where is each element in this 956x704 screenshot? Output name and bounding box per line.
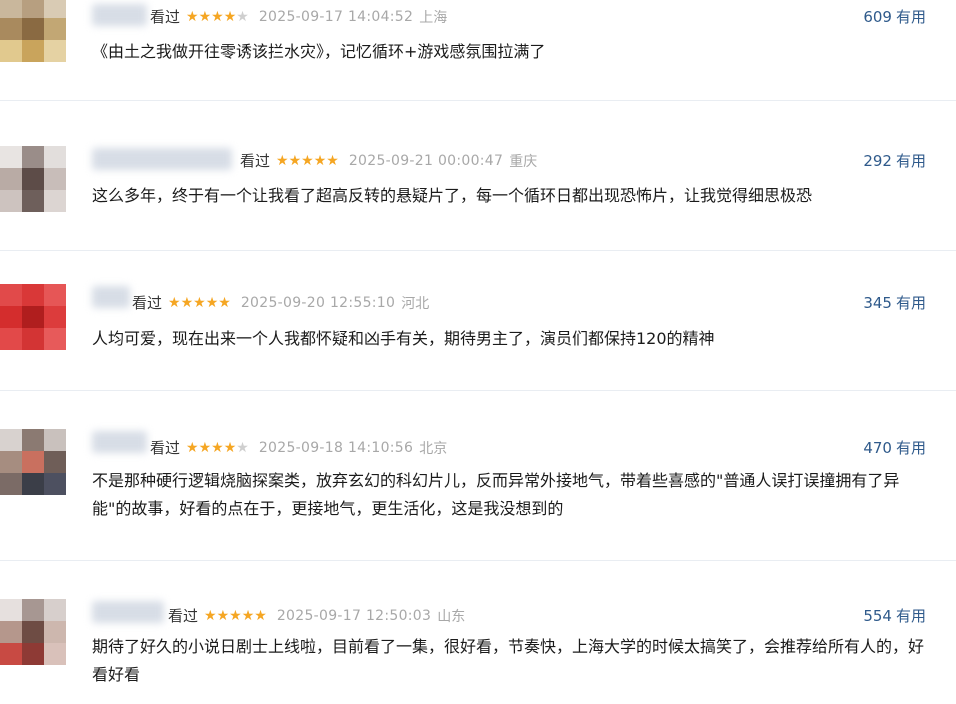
star-icon: ★	[186, 439, 199, 456]
avatar[interactable]	[0, 284, 66, 350]
useful-button[interactable]: 609 有用	[863, 6, 926, 27]
star-icon: ★	[211, 8, 224, 25]
review-meta: 看过 ★ ★ ★ ★ ★ 2025-09-18 14:10:56 北京	[150, 437, 447, 458]
useful-button[interactable]: 554 有用	[863, 605, 926, 626]
star-icon: ★	[205, 294, 219, 311]
review-meta: 看过 ★ ★ ★ ★ ★ 2025-09-17 12:50:03 山东	[168, 605, 465, 626]
review-item: 看过 ★ ★ ★ ★ ★ 2025-09-17 14:04:52 上海 609 有用 《由…	[0, 0, 956, 100]
watched-label: 看过	[132, 294, 163, 312]
review-item: 看过 ★ ★ ★ ★ ★ 2025-09-21 00:00:47 重庆 292 有用 这么…	[0, 140, 956, 260]
rating-stars: ★ ★ ★ ★ ★	[276, 154, 339, 168]
avatar[interactable]	[0, 599, 66, 665]
useful-count: 345	[863, 294, 892, 312]
review-location: 北京	[419, 440, 448, 457]
star-icon: ★	[216, 607, 230, 624]
review-item: 看过 ★ ★ ★ ★ ★ 2025-09-20 12:55:10 河北 345 有用 人均…	[0, 280, 956, 390]
divider	[0, 560, 956, 561]
star-icon: ★	[198, 8, 212, 25]
star-icon: ★	[186, 8, 199, 25]
review-location: 山东	[437, 608, 466, 625]
star-icon: ★	[223, 8, 237, 25]
review-text: 这么多年，终于有一个让我看了超高反转的悬疑片了，每一个循环日都出现恐怖片，让我觉…	[92, 186, 813, 205]
useful-label: 有用	[895, 607, 926, 625]
review-text: 人均可爱，现在出来一个人我都怀疑和凶手有关，期待男主了，演员们都保持120的精神	[92, 329, 715, 348]
username-blurred[interactable]	[92, 431, 147, 453]
username-blurred[interactable]	[92, 4, 147, 26]
star-empty-icon: ★	[236, 439, 249, 456]
review-location: 重庆	[509, 153, 538, 170]
rating-stars: ★ ★ ★ ★ ★	[186, 441, 249, 455]
review-location: 上海	[419, 9, 448, 26]
useful-button[interactable]: 292 有用	[863, 150, 926, 171]
username-blurred[interactable]	[92, 148, 232, 170]
star-icon: ★	[168, 294, 181, 311]
star-icon: ★	[198, 439, 212, 456]
star-icon: ★	[223, 439, 237, 456]
review-text: 期待了好久的小说日剧士上线啦，目前看了一集，很好看，节奏快，上海大学的时候太搞笑…	[92, 637, 925, 684]
watched-label: 看过	[150, 439, 181, 457]
watched-label: 看过	[150, 8, 181, 26]
review-meta: 看过 ★ ★ ★ ★ ★ 2025-09-17 14:04:52 上海	[150, 6, 447, 27]
useful-count: 470	[863, 439, 892, 457]
useful-label: 有用	[895, 8, 926, 26]
divider	[0, 390, 956, 391]
divider	[0, 250, 956, 251]
divider	[0, 100, 956, 101]
star-icon: ★	[180, 294, 194, 311]
rating-stars: ★ ★ ★ ★ ★	[204, 609, 267, 623]
review-item: 看过 ★ ★ ★ ★ ★ 2025-09-17 12:50:03 山东 554 有用 期待…	[0, 595, 956, 704]
review-date: 2025-09-17 14:04:52	[258, 8, 414, 25]
review-date: 2025-09-17 12:50:03	[276, 607, 432, 624]
star-empty-icon: ★	[236, 8, 249, 25]
star-icon: ★	[313, 152, 327, 169]
star-icon: ★	[241, 607, 255, 624]
avatar[interactable]	[0, 146, 66, 212]
username-blurred[interactable]	[92, 286, 130, 308]
star-icon: ★	[301, 152, 314, 169]
useful-count: 609	[863, 8, 892, 26]
avatar[interactable]	[0, 429, 66, 495]
review-text: 《由土之我做开往零诱该拦水灾》，记忆循环+游戏感氛围拉满了	[92, 42, 546, 61]
review-text: 不是那种硬行逻辑烧脑探案类，放弃玄幻的科幻片儿，反而异常外接地气，带着些喜感的"…	[92, 471, 900, 518]
star-icon: ★	[193, 294, 206, 311]
star-icon: ★	[326, 152, 339, 169]
star-icon: ★	[204, 607, 217, 624]
useful-label: 有用	[895, 294, 926, 312]
star-icon: ★	[254, 607, 267, 624]
star-icon: ★	[229, 607, 242, 624]
username-blurred[interactable]	[92, 601, 164, 623]
star-icon: ★	[211, 439, 224, 456]
star-icon: ★	[288, 152, 302, 169]
useful-label: 有用	[895, 152, 926, 170]
useful-button[interactable]: 470 有用	[863, 437, 926, 458]
useful-button[interactable]: 345 有用	[863, 292, 926, 313]
rating-stars: ★ ★ ★ ★ ★	[186, 10, 249, 24]
review-meta: 看过 ★ ★ ★ ★ ★ 2025-09-20 12:55:10 河北	[132, 292, 429, 313]
useful-label: 有用	[895, 439, 926, 457]
avatar[interactable]	[0, 0, 66, 62]
review-date: 2025-09-20 12:55:10	[240, 294, 396, 311]
rating-stars: ★ ★ ★ ★ ★	[168, 296, 231, 310]
review-date: 2025-09-21 00:00:47	[348, 152, 504, 169]
useful-count: 554	[863, 607, 892, 625]
review-item: 看过 ★ ★ ★ ★ ★ 2025-09-18 14:10:56 北京 470 有用 不是…	[0, 425, 956, 565]
review-meta: 看过 ★ ★ ★ ★ ★ 2025-09-21 00:00:47 重庆	[240, 150, 537, 171]
review-date: 2025-09-18 14:10:56	[258, 439, 414, 456]
watched-label: 看过	[240, 152, 271, 170]
star-icon: ★	[218, 294, 231, 311]
star-icon: ★	[276, 152, 289, 169]
watched-label: 看过	[168, 607, 199, 625]
useful-count: 292	[863, 152, 892, 170]
review-location: 河北	[401, 295, 430, 312]
